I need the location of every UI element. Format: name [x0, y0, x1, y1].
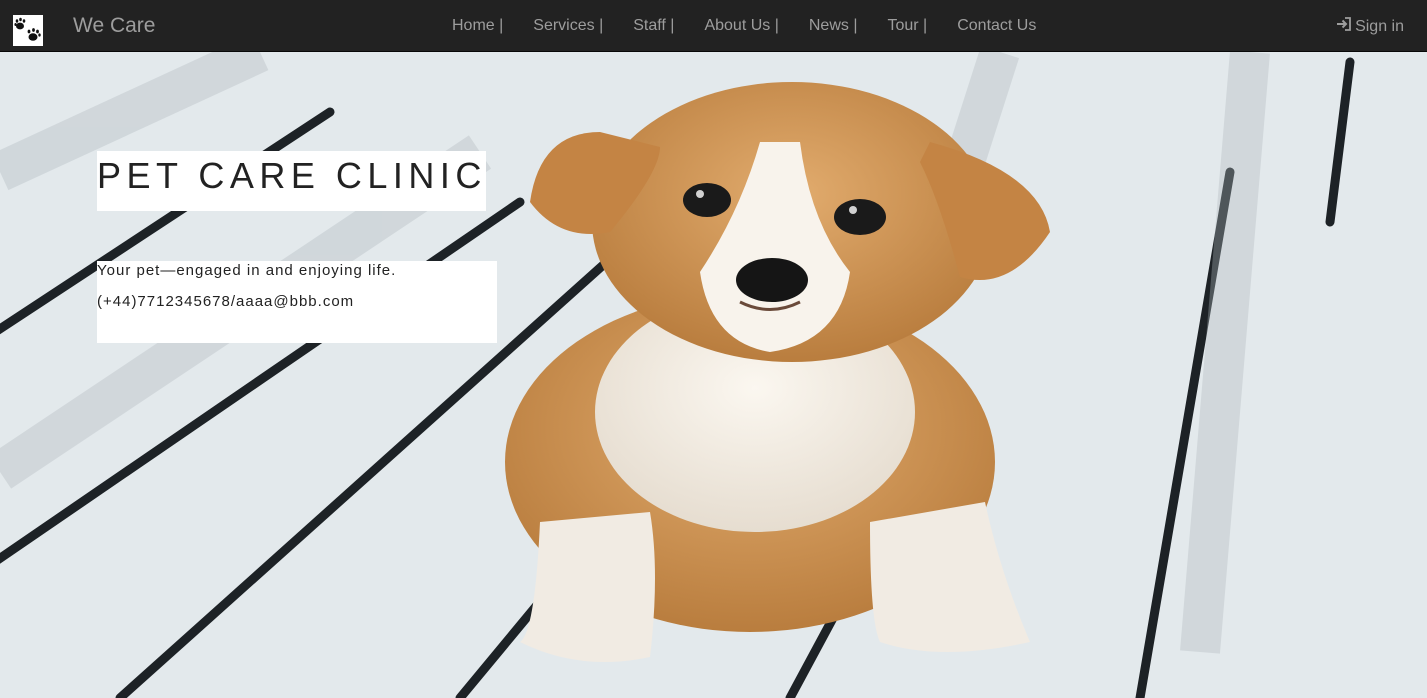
nav-contact-us[interactable]: Contact Us: [957, 17, 1036, 35]
top-navbar: We Care Home | Services | Staff | About …: [0, 0, 1427, 52]
brand-name[interactable]: We Care: [73, 14, 155, 38]
sign-in-label: Sign in: [1355, 17, 1404, 35]
nav-tour[interactable]: Tour |: [887, 17, 927, 35]
nav-about-us[interactable]: About Us |: [704, 17, 778, 35]
log-in-icon: [1336, 17, 1352, 36]
hero-tagline: Your pet—engaged in and enjoying life.: [97, 262, 397, 279]
contact-info: (+44)7712345678/aaaa@bbb.com: [97, 293, 355, 310]
page-title: PET CARE CLINIC: [97, 155, 487, 196]
nav-home[interactable]: Home |: [452, 17, 503, 35]
nav-services[interactable]: Services |: [533, 17, 603, 35]
hero-section: [0, 52, 1427, 698]
nav-staff[interactable]: Staff |: [633, 17, 674, 35]
paw-icon[interactable]: [13, 15, 43, 46]
nav-news[interactable]: News |: [809, 17, 858, 35]
puppy-photo: [0, 52, 1427, 698]
sign-in-link[interactable]: Sign in: [1336, 17, 1404, 36]
main-nav: Home | Services | Staff | About Us | New…: [452, 17, 1036, 35]
